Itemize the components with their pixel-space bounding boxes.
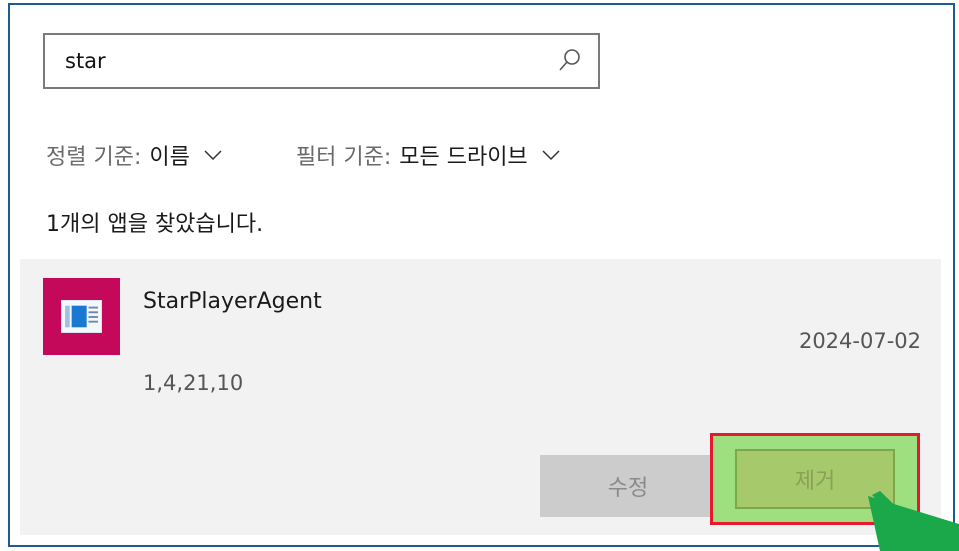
chevron-down-icon[interactable]	[542, 149, 560, 161]
drive-filter-dropdown[interactable]: 필터 기준: 모든 드라이브	[296, 139, 560, 171]
chevron-down-icon[interactable]	[204, 149, 222, 161]
install-date: 2024-07-02	[798, 329, 921, 353]
filter-bar: 정렬 기준: 이름 필터 기준: 모든 드라이브	[46, 139, 560, 171]
modify-button[interactable]: 수정	[540, 455, 716, 517]
sort-dropdown[interactable]: 정렬 기준: 이름	[46, 139, 222, 171]
search-icon[interactable]	[558, 48, 582, 74]
filter-label: 필터 기준:	[295, 145, 392, 170]
app-window-icon	[61, 300, 102, 333]
search-input[interactable]	[65, 45, 545, 77]
filter-value[interactable]: 모든 드라이브	[399, 139, 527, 171]
search-box[interactable]	[43, 33, 600, 89]
result-count: 1개의 앱을 찾았습니다.	[46, 212, 264, 237]
sort-value[interactable]: 이름	[149, 139, 189, 171]
app-icon	[43, 278, 120, 355]
sort-label: 정렬 기준:	[46, 145, 142, 170]
app-version: 1,4,21,10	[143, 371, 244, 395]
pointer-arrow-icon	[868, 491, 959, 551]
app-name: StarPlayerAgent	[143, 289, 322, 314]
